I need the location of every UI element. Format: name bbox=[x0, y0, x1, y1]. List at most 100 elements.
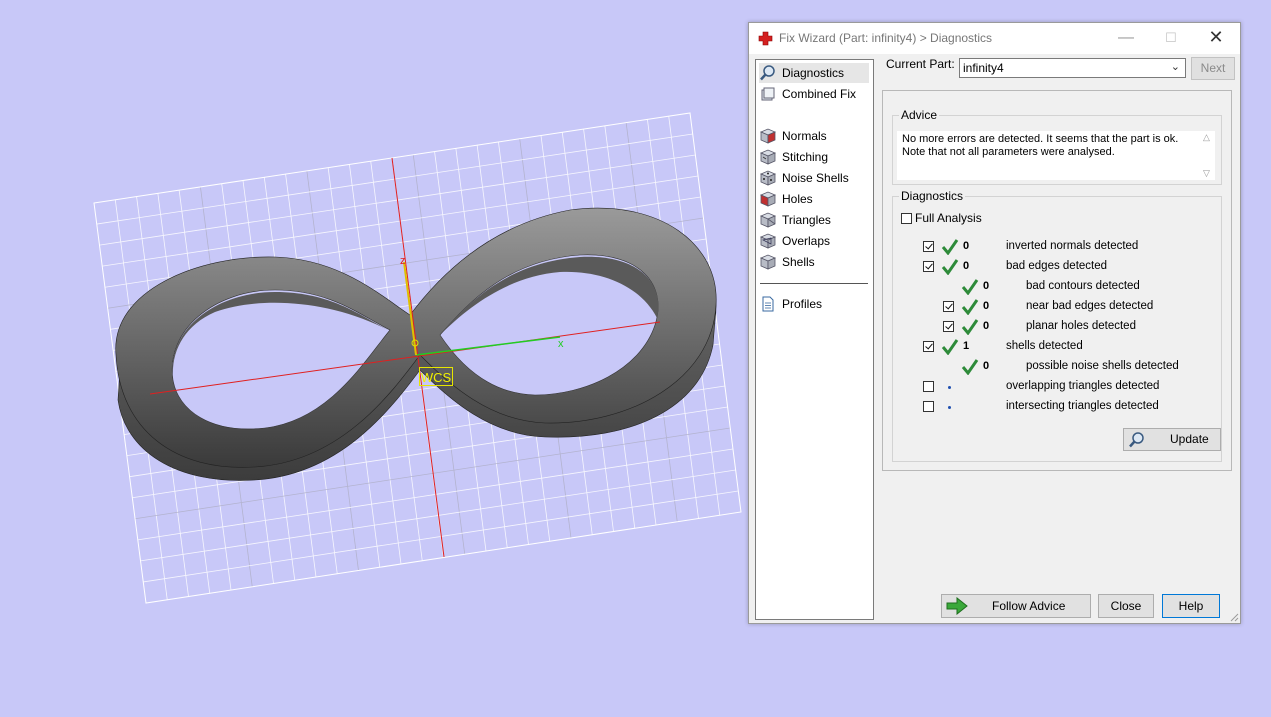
close-window-button[interactable]: ✕ bbox=[1193, 23, 1239, 54]
row-label: shells detected bbox=[1006, 340, 1083, 352]
chevron-down-icon: ⌄ bbox=[1170, 61, 1180, 73]
nav-item-holes[interactable]: Holes bbox=[759, 189, 869, 209]
profiles-document-icon bbox=[762, 296, 774, 312]
nav-item-shells[interactable]: Shells bbox=[759, 252, 869, 272]
wcs-label: WCS bbox=[419, 367, 453, 386]
holes-cube-icon bbox=[759, 191, 777, 207]
advice-textbox[interactable]: No more errors are detected. It seems th… bbox=[897, 131, 1201, 180]
checkbox[interactable] bbox=[901, 212, 912, 224]
green-arrow-icon bbox=[946, 597, 968, 615]
next-button[interactable]: Next bbox=[1191, 57, 1235, 80]
wizard-nav: Diagnostics Combined Fix Normals Stitchi… bbox=[755, 59, 874, 620]
nav-label: Holes bbox=[782, 192, 813, 206]
follow-advice-button[interactable]: Follow Advice bbox=[941, 594, 1091, 618]
row-count: 0 bbox=[983, 360, 990, 372]
green-check-icon bbox=[941, 259, 959, 275]
update-button[interactable]: Update bbox=[1123, 428, 1221, 451]
row-count: 0 bbox=[983, 300, 990, 312]
scroll-down-icon[interactable]: ▽ bbox=[1203, 168, 1210, 179]
diag-row-overlapping-triangles: overlapping triangles detected bbox=[893, 379, 1213, 395]
nav-item-combined-fix[interactable]: Combined Fix bbox=[759, 84, 869, 104]
nav-separator bbox=[760, 283, 868, 284]
row-count: 0 bbox=[963, 260, 970, 272]
row-checkbox[interactable] bbox=[923, 241, 934, 252]
row-count: 0 bbox=[963, 240, 970, 252]
diag-row-bad-contours: 0 bad contours detected bbox=[893, 279, 1213, 295]
full-analysis-checkbox[interactable]: Full Analysis bbox=[901, 211, 982, 225]
scroll-up-icon[interactable]: △ bbox=[1203, 132, 1210, 143]
follow-advice-label: Follow Advice bbox=[992, 599, 1066, 613]
nav-item-profiles[interactable]: Profiles bbox=[759, 294, 869, 314]
diag-row-near-bad-edges: 0 near bad edges detected bbox=[893, 299, 1213, 315]
resize-grip-icon[interactable] bbox=[1229, 612, 1239, 622]
noise-shells-icon bbox=[759, 170, 777, 186]
maximize-button[interactable]: ☐ bbox=[1148, 23, 1194, 54]
green-check-icon bbox=[961, 359, 979, 375]
title-bar[interactable]: Fix Wizard (Part: infinity4) > Diagnosti… bbox=[749, 23, 1240, 54]
nav-label: Noise Shells bbox=[782, 171, 849, 185]
advice-line-1: No more errors are detected. It seems th… bbox=[902, 133, 1179, 145]
green-check-icon bbox=[961, 299, 979, 315]
nav-label: Triangles bbox=[782, 213, 831, 227]
row-count: 0 bbox=[983, 320, 990, 332]
row-checkbox[interactable] bbox=[923, 401, 934, 412]
advice-scrollbar[interactable]: △ ▽ bbox=[1201, 131, 1215, 180]
row-label: possible noise shells detected bbox=[1026, 360, 1179, 372]
update-label: Update bbox=[1170, 432, 1209, 446]
row-count: 1 bbox=[963, 340, 970, 352]
green-check-icon bbox=[941, 339, 959, 355]
nav-item-noise-shells[interactable]: Noise Shells bbox=[759, 168, 869, 188]
red-cross-icon bbox=[758, 31, 773, 46]
current-part-select[interactable]: infinity4 ⌄ bbox=[959, 58, 1186, 78]
nav-label: Overlaps bbox=[782, 234, 831, 248]
nav-item-normals[interactable]: Normals bbox=[759, 126, 869, 146]
nav-item-overlaps[interactable]: Overlaps bbox=[759, 231, 869, 251]
grid-line bbox=[143, 490, 739, 583]
diagnostics-group: Diagnostics Full Analysis 0 inverted nor… bbox=[892, 189, 1222, 462]
advice-title: Advice bbox=[899, 108, 940, 122]
diag-row-intersecting-triangles: intersecting triangles detected bbox=[893, 399, 1213, 415]
overlaps-cube-icon bbox=[759, 233, 777, 249]
row-checkbox[interactable] bbox=[923, 341, 934, 352]
nav-label: Profiles bbox=[782, 297, 823, 311]
nav-label: Stitching bbox=[782, 150, 829, 164]
diag-row-noise-shells: 0 possible noise shells detected bbox=[893, 359, 1213, 375]
nav-item-diagnostics[interactable]: Diagnostics bbox=[759, 63, 869, 83]
green-check-icon bbox=[961, 279, 979, 295]
nav-label: Diagnostics bbox=[782, 66, 845, 80]
3d-viewport[interactable]: x z WCS bbox=[0, 0, 745, 717]
fix-wizard-dialog: Fix Wizard (Part: infinity4) > Diagnosti… bbox=[748, 22, 1241, 624]
row-label: inverted normals detected bbox=[1006, 240, 1139, 252]
diag-row-inverted-normals: 0 inverted normals detected bbox=[893, 239, 1213, 255]
nav-label: Shells bbox=[782, 255, 815, 269]
row-label: bad edges detected bbox=[1006, 260, 1108, 272]
combined-fix-icon bbox=[761, 87, 775, 101]
normals-cube-icon bbox=[759, 128, 777, 144]
advice-group: Advice No more errors are detected. It s… bbox=[892, 108, 1222, 185]
row-checkbox[interactable] bbox=[923, 381, 934, 392]
nav-item-stitching[interactable]: Stitching bbox=[759, 147, 869, 167]
row-checkbox[interactable] bbox=[923, 261, 934, 272]
minimize-button[interactable]: — bbox=[1103, 23, 1149, 54]
nav-item-triangles[interactable]: Triangles bbox=[759, 210, 869, 230]
magnifier-icon bbox=[760, 65, 775, 81]
pending-dot-icon bbox=[948, 406, 951, 409]
row-count: 0 bbox=[983, 280, 990, 292]
diag-row-planar-holes: 0 planar holes detected bbox=[893, 319, 1213, 335]
current-part-label: Current Part: bbox=[886, 57, 955, 71]
row-checkbox[interactable] bbox=[943, 301, 954, 312]
row-checkbox[interactable] bbox=[943, 321, 954, 332]
stitching-cube-icon bbox=[759, 149, 777, 165]
scene-canvas[interactable]: x z bbox=[0, 0, 745, 717]
magnifier-icon bbox=[1129, 432, 1144, 448]
row-label: planar holes detected bbox=[1026, 320, 1136, 332]
help-button[interactable]: Help bbox=[1162, 594, 1220, 618]
green-check-icon bbox=[941, 239, 959, 255]
row-label: overlapping triangles detected bbox=[1006, 380, 1160, 392]
close-button[interactable]: Close bbox=[1098, 594, 1154, 618]
window-title: Fix Wizard (Part: infinity4) > Diagnosti… bbox=[779, 31, 993, 45]
nav-label: Normals bbox=[782, 129, 827, 143]
row-label: bad contours detected bbox=[1026, 280, 1140, 292]
green-check-icon bbox=[961, 319, 979, 335]
full-analysis-label: Full Analysis bbox=[915, 211, 982, 225]
